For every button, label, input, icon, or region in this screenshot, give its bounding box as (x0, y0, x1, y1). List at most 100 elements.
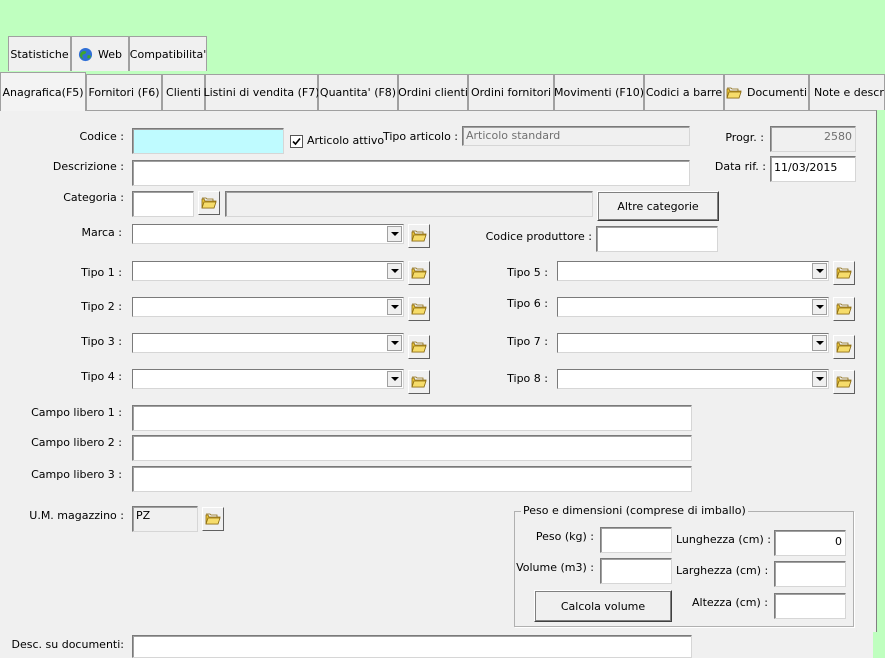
tipo-2-combo[interactable] (132, 297, 404, 317)
data-rif-input[interactable]: 11/03/2015 (770, 156, 856, 182)
tab-movimenti[interactable]: Movimenti (F10) (554, 74, 644, 110)
chevron-down-icon[interactable] (387, 263, 402, 279)
folder-icon (411, 340, 427, 354)
campo-libero-1-input[interactable] (132, 405, 692, 431)
lunghezza-input[interactable]: 0 (774, 530, 846, 556)
folder-icon (836, 266, 852, 280)
tab-anagrafica[interactable]: Anagrafica(F5) (0, 72, 86, 111)
tab-listini-vendita[interactable]: Listini di vendita (F7) (203, 74, 320, 110)
data-rif-label: Data rif. : (714, 160, 766, 173)
calcola-volume-button[interactable]: Calcola volume (534, 590, 672, 622)
chevron-down-icon[interactable] (387, 335, 402, 351)
tipo-3-label: Tipo 3 : (81, 335, 122, 348)
desc-documenti-input[interactable] (132, 635, 692, 658)
folder-icon (726, 86, 742, 100)
categoria-label: Categoria : (63, 191, 124, 204)
tab-compatibilita[interactable]: Compatibilita' (129, 36, 207, 71)
tab-label: Movimenti (F10) (554, 86, 645, 99)
tipo-7-label: Tipo 7 : (507, 335, 548, 348)
um-browse-button[interactable] (202, 507, 224, 531)
articolo-attivo-checkbox[interactable] (290, 135, 303, 148)
codice-produttore-input[interactable] (596, 226, 718, 252)
tab-note-descrizioni[interactable]: Note e descrizioni (809, 74, 885, 110)
marca-browse-button[interactable] (408, 224, 430, 248)
tipo-5-browse-button[interactable] (833, 261, 855, 285)
tipo-8-browse-button[interactable] (833, 370, 855, 394)
altre-categorie-button[interactable]: Altre categorie (597, 191, 719, 221)
globe-icon (78, 47, 93, 62)
lunghezza-label: Lunghezza (cm) : (676, 533, 771, 546)
volume-label: Volume (m3) : (516, 561, 594, 574)
tab-ordini-fornitori[interactable]: Ordini fornitori (468, 74, 554, 110)
tab-label: Documenti (746, 86, 808, 99)
articolo-attivo-label: Articolo attivo (307, 134, 385, 147)
campo-libero-3-label: Campo libero 3 : (31, 468, 122, 481)
folder-icon (836, 302, 852, 316)
folder-icon (201, 196, 217, 210)
chevron-down-icon[interactable] (387, 226, 402, 242)
campo-libero-3-input[interactable] (132, 466, 692, 492)
peso-input[interactable] (600, 527, 672, 553)
folder-icon (411, 302, 427, 316)
codice-input[interactable] (132, 128, 284, 154)
chevron-down-icon[interactable] (812, 335, 827, 351)
campo-libero-2-input[interactable] (132, 435, 692, 461)
chevron-down-icon[interactable] (387, 299, 402, 315)
codice-produttore-label: Codice produttore : (485, 230, 592, 243)
tipo-8-combo[interactable] (557, 369, 829, 389)
categoria-browse-button[interactable] (198, 191, 220, 215)
tipo-6-browse-button[interactable] (833, 297, 855, 321)
marca-label: Marca : (81, 226, 122, 239)
tipo-2-browse-button[interactable] (408, 297, 430, 321)
tab-label: Clienti (166, 86, 201, 99)
chevron-down-icon[interactable] (812, 371, 827, 387)
categoria-input[interactable] (132, 191, 194, 217)
larghezza-input[interactable] (774, 561, 846, 587)
tab-statistiche[interactable]: Statistiche (8, 36, 71, 71)
tipo-8-label: Tipo 8 : (507, 372, 548, 385)
tab-label: Codici a barre (645, 86, 723, 99)
tab-fornitori[interactable]: Fornitori (F6) (86, 74, 162, 110)
tab-codici-barre[interactable]: Codici a barre (644, 74, 724, 110)
tipo-3-combo[interactable] (132, 333, 404, 353)
tipo-1-browse-button[interactable] (408, 261, 430, 285)
chevron-down-icon[interactable] (387, 371, 402, 387)
panel-right-edge (873, 632, 885, 658)
desc-documenti-label: Desc. su documenti: (11, 638, 124, 651)
tab-label: Ordini clienti (398, 86, 468, 99)
marca-combo[interactable] (132, 224, 404, 244)
tipo-6-combo[interactable] (557, 297, 829, 317)
tab-label: Fornitori (F6) (88, 86, 160, 99)
tipo-1-combo[interactable] (132, 261, 404, 281)
tipo-4-combo[interactable] (132, 369, 404, 389)
tipo-5-combo[interactable] (557, 261, 829, 281)
descrizione-input[interactable] (132, 160, 690, 186)
tipo-7-combo[interactable] (557, 333, 829, 353)
tab-label: Ordini fornitori (470, 86, 552, 99)
chevron-down-icon[interactable] (812, 299, 827, 315)
codice-label: Codice : (79, 130, 124, 143)
tab-web[interactable]: Web (71, 36, 129, 71)
tipo-articolo-label: Tipo articolo : (382, 130, 458, 143)
tab-clienti[interactable]: Clienti (162, 74, 205, 110)
folder-icon (411, 266, 427, 280)
tab-ordini-clienti[interactable]: Ordini clienti (398, 74, 468, 110)
tab-label: Note e descrizioni (814, 86, 884, 99)
chevron-down-icon[interactable] (812, 263, 827, 279)
tipo-7-browse-button[interactable] (833, 335, 855, 359)
tab-label: Quantita' (F8) (319, 86, 397, 99)
tab-label: Web (98, 47, 122, 61)
tab-label: Anagrafica(F5) (2, 85, 84, 99)
tab-documenti[interactable]: Documenti (724, 74, 809, 110)
volume-input[interactable] (600, 558, 672, 584)
campo-libero-1-label: Campo libero 1 : (31, 406, 122, 419)
folder-icon (836, 375, 852, 389)
tipo-articolo-field: Articolo standard (462, 126, 690, 146)
campo-libero-2-label: Campo libero 2 : (31, 436, 122, 449)
tipo-4-label: Tipo 4 : (81, 370, 122, 383)
progr-label: Progr. : (725, 131, 764, 144)
tipo-3-browse-button[interactable] (408, 335, 430, 359)
tab-quantita[interactable]: Quantita' (F8) (318, 74, 398, 110)
tipo-4-browse-button[interactable] (408, 370, 430, 394)
altezza-input[interactable] (774, 593, 846, 619)
